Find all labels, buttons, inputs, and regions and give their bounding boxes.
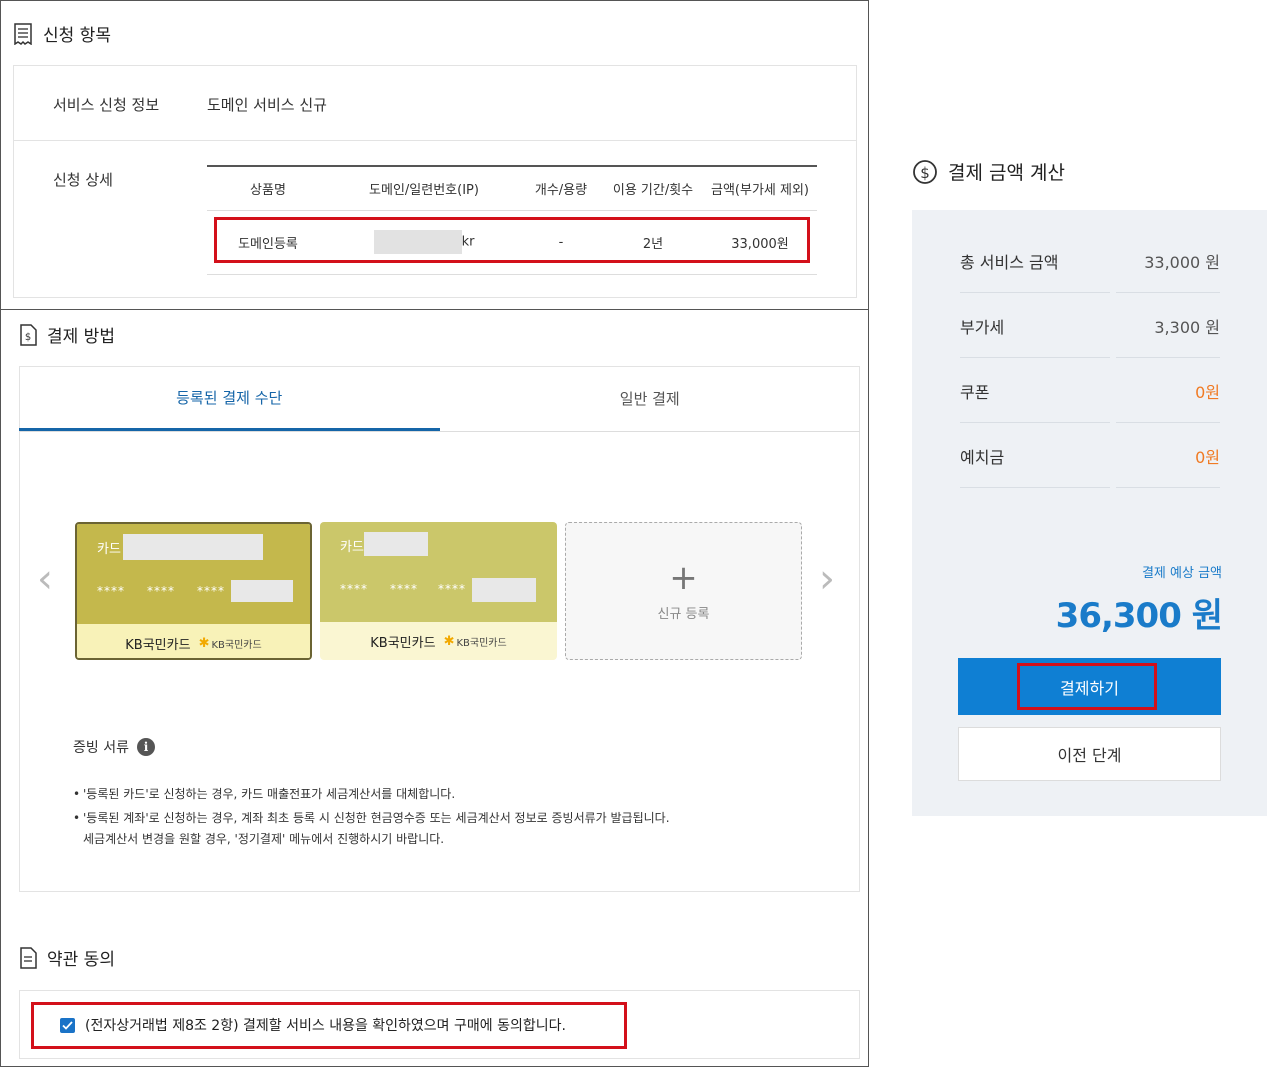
document-icon: [20, 946, 37, 969]
service-info-value: 도메인 서비스 신규: [207, 96, 327, 114]
check-icon: [62, 1020, 73, 1030]
agree-checkbox[interactable]: [60, 1017, 75, 1033]
cell-amount: 33,000원: [703, 210, 817, 275]
service-info-label: 서비스 신청 정보: [53, 96, 160, 114]
calc-label: 예치금: [960, 447, 1005, 467]
masked-card-name: [364, 532, 428, 556]
apply-items-panel: 신청 항목 서비스 신청 정보 도메인 서비스 신규 신청 상세 상품명 도메인…: [0, 0, 869, 310]
card-issuer: KB국민카드: [125, 637, 191, 653]
masked-card-digits: [472, 578, 536, 602]
kb-logo-text: KB국민카드: [456, 637, 507, 649]
note-item: '등록된 카드'로 신청하는 경우, 카드 매출전표가 세금계산서를 대체합니다…: [73, 782, 670, 806]
payment-tabs: 등록된 결제 수단 일반 결제: [19, 366, 860, 432]
agree-text: (전자상거래법 제8조 2항) 결제할 서비스 내용을 확인하였으며 구매에 동…: [85, 1018, 566, 1034]
calc-label: 부가세: [960, 317, 1005, 337]
card-issuer-bar: KB국민카드 ✱ KB국민카드: [320, 622, 557, 660]
card-number-group: ****: [340, 582, 368, 596]
estimated-label: 결제 예상 금액: [1141, 566, 1222, 581]
payment-method-panel: $ 결제 방법 등록된 결제 수단 일반 결제 ‹ › 카드 **** ****…: [0, 309, 869, 1067]
calc-value: 0원: [1195, 382, 1220, 402]
calc-value: 3,300 원: [1154, 317, 1220, 337]
card-kind: 카드: [340, 540, 364, 555]
detail-label: 신청 상세: [53, 171, 113, 189]
col-amount: 금액(부가세 제외): [703, 165, 817, 211]
calc-header: $ 결제 금액 계산: [912, 158, 1065, 185]
svg-text:$: $: [25, 332, 31, 343]
apply-items-header: 신청 항목: [13, 21, 111, 46]
card-issuer: KB국민카드: [370, 635, 436, 651]
masked-card-name: [123, 534, 263, 560]
receipt-icon: [14, 22, 32, 45]
note-continuation: 세금계산서 변경을 원할 경우, '정기결제' 메뉴에서 진행하시기 바랍니다.: [83, 832, 445, 846]
card-issuer-bar: KB국민카드 ✱ KB국민카드: [77, 624, 310, 658]
agree-checkbox-row[interactable]: (전자상거래법 제8조 2항) 결제할 서비스 내용을 확인하였으며 구매에 동…: [60, 1015, 566, 1035]
plus-icon: +: [669, 557, 698, 598]
calc-box: 총 서비스 금액 33,000 원 부가세 3,300 원 쿠폰 0원 예치금 …: [912, 210, 1267, 816]
proof-doc-label: 증빙 서류: [73, 740, 129, 756]
kb-logo-text: KB국민카드: [211, 639, 262, 651]
table-header-row: 상품명 도메인/일련번호(IP) 개수/용량 이용 기간/횟수 금액(부가세 제…: [207, 165, 817, 211]
card-face: 카드 **** **** ****: [77, 524, 310, 624]
note-item: '등록된 계좌'로 신청하는 경우, 계좌 최초 등록 시 신청한 현금영수증 …: [73, 806, 670, 830]
calc-row-total: 총 서비스 금액 33,000 원: [960, 228, 1220, 293]
payment-method-header: $ 결제 방법: [19, 322, 115, 347]
carousel-next-icon[interactable]: ›: [819, 556, 835, 602]
kb-logo-icon: ✱ KB국민카드: [198, 635, 262, 651]
calc-title: 결제 금액 계산: [948, 162, 1065, 184]
card-number-group: ****: [147, 584, 175, 598]
card-number-group: ****: [97, 584, 125, 598]
card-face: 카드 **** **** ****: [320, 522, 557, 622]
col-quantity: 개수/용량: [519, 165, 603, 211]
col-period: 이용 기간/횟수: [603, 165, 703, 211]
masked-domain: [373, 230, 462, 254]
previous-step-button[interactable]: 이전 단계: [958, 727, 1221, 781]
payment-method-title: 결제 방법: [47, 327, 115, 347]
kb-logo-icon: ✱ KB국민카드: [443, 633, 507, 649]
proof-doc-title: 증빙 서류 i: [73, 737, 155, 757]
cell-period: 2년: [603, 210, 703, 275]
domain-suffix: kr: [461, 234, 475, 250]
cell-quantity: -: [519, 210, 603, 275]
detail-table: 상품명 도메인/일련번호(IP) 개수/용량 이용 기간/횟수 금액(부가세 제…: [207, 165, 817, 275]
terms-title: 약관 동의: [47, 950, 115, 970]
masked-card-digits: [231, 580, 293, 602]
pay-button[interactable]: 결제하기: [958, 658, 1221, 715]
proof-doc-notes: '등록된 카드'로 신청하는 경우, 카드 매출전표가 세금계산서를 대체합니다…: [73, 782, 670, 851]
registered-card-1[interactable]: 카드 **** **** **** KB국민카드 ✱ KB국민카드: [75, 522, 312, 660]
calc-label: 쿠폰: [960, 382, 990, 402]
new-card-label: 신규 등록: [657, 606, 710, 622]
payment-doc-icon: $: [20, 323, 37, 346]
calc-value: 0원: [1195, 447, 1220, 467]
cell-domain: kr: [329, 210, 519, 275]
calc-value: 33,000 원: [1144, 252, 1220, 272]
terms-header: 약관 동의: [19, 945, 115, 970]
info-icon[interactable]: i: [136, 738, 155, 756]
calc-row-vat: 부가세 3,300 원: [960, 293, 1220, 358]
card-number-group: ****: [438, 582, 466, 596]
registered-card-2[interactable]: 카드 **** **** **** KB국민카드 ✱ KB국민카드: [320, 522, 557, 660]
cell-product: 도메인등록: [207, 210, 329, 275]
col-product: 상품명: [207, 165, 329, 211]
table-row: 도메인등록 kr - 2년 33,000원: [207, 210, 817, 275]
card-number-group: ****: [390, 582, 418, 596]
carousel-prev-icon[interactable]: ‹: [37, 556, 53, 602]
dollar-icon: $: [913, 159, 937, 184]
col-domain: 도메인/일련번호(IP): [329, 165, 519, 211]
card-kind: 카드: [97, 542, 121, 557]
apply-items-title: 신청 항목: [43, 26, 111, 46]
calc-row-coupon: 쿠폰 0원: [960, 358, 1220, 423]
svg-text:$: $: [920, 164, 930, 182]
estimated-amount: 36,300 원: [1055, 596, 1223, 636]
calc-label: 총 서비스 금액: [960, 252, 1059, 272]
tab-general-payment[interactable]: 일반 결제: [440, 366, 861, 431]
calc-row-deposit: 예치금 0원: [960, 423, 1220, 488]
card-number-group: ****: [197, 584, 225, 598]
new-card-button[interactable]: + 신규 등록: [565, 522, 802, 660]
tab-registered-method[interactable]: 등록된 결제 수단: [19, 366, 440, 431]
